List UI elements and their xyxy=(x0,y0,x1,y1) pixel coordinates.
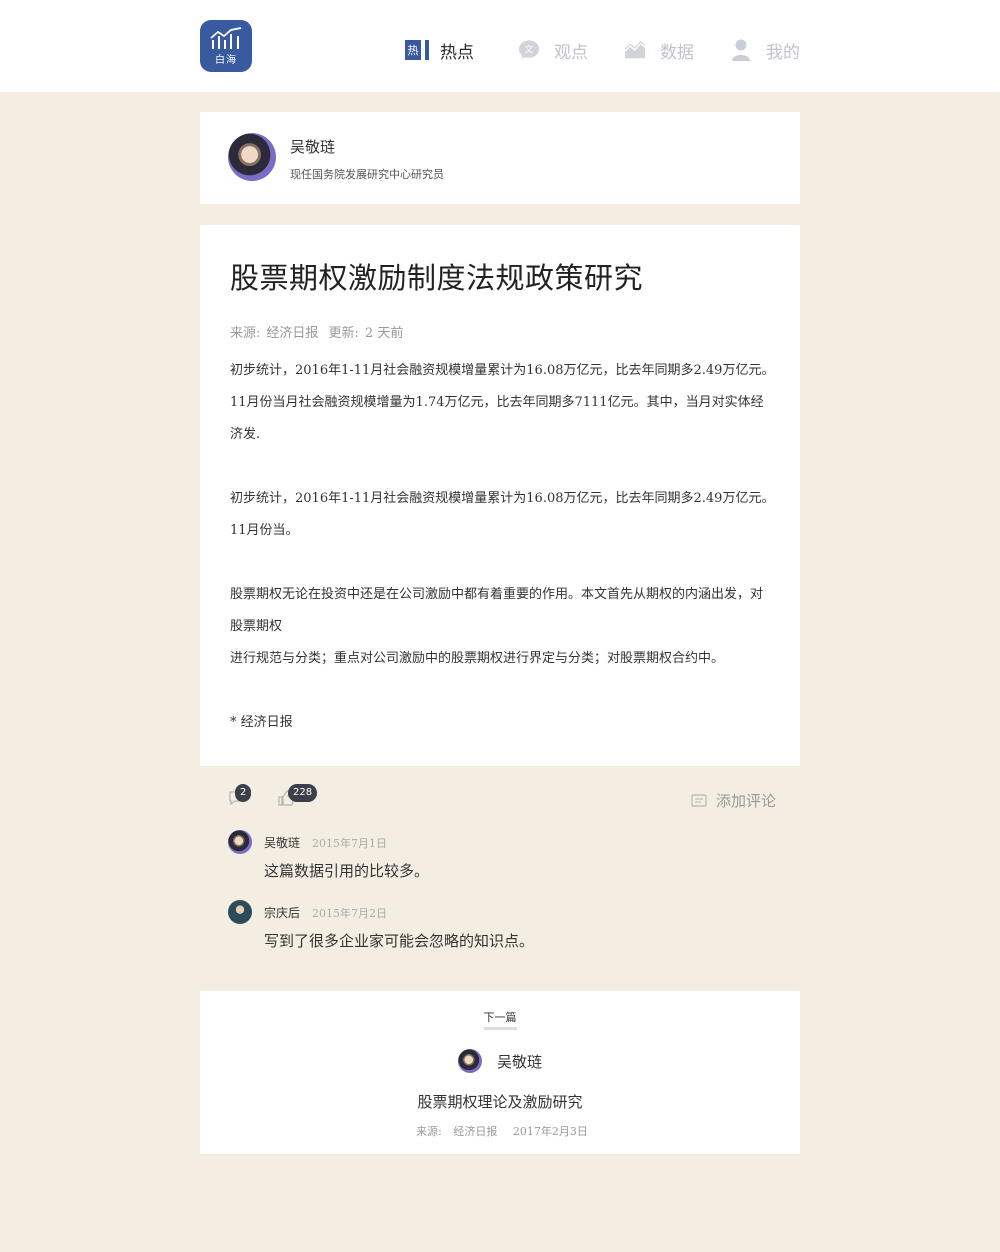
nav-mine-label: 我的 xyxy=(766,42,800,63)
paragraph: 初步统计，2016年1-11月社会融资规模增量累计为16.08万亿元，比去年同期… xyxy=(230,363,775,442)
comment-text: 写到了很多企业家可能会忽略的知识点。 xyxy=(264,932,535,950)
comment-date: 2015年7月2日 xyxy=(312,907,387,920)
article-body: 初步统计，2016年1-11月社会融资规模增量累计为16.08万亿元，比去年同期… xyxy=(230,355,775,771)
logo-text: 白海 xyxy=(215,55,237,66)
chat-bubble-icon: 文 xyxy=(518,39,540,61)
next-label: 下一篇 xyxy=(200,1009,800,1030)
nav-hot[interactable]: 热 热点 xyxy=(404,36,474,64)
comment-item: 吴敬琏 2015年7月1日 这篇数据引用的比较多。 xyxy=(228,830,788,890)
next-author: 吴敬琏 xyxy=(200,1049,800,1073)
author-name[interactable]: 吴敬琏 xyxy=(290,136,335,157)
hot-icon: 热 xyxy=(404,39,426,61)
add-comment-button[interactable]: 添加评论 xyxy=(691,790,776,811)
next-author-name: 吴敬琏 xyxy=(496,1052,542,1071)
comment-text: 这篇数据引用的比较多。 xyxy=(264,862,430,880)
nav-data-label: 数据 xyxy=(660,42,694,63)
comment-count-button[interactable]: 2 xyxy=(228,784,252,810)
next-article-meta: 来源: 经济日报 2017年2月3日 xyxy=(200,1123,800,1139)
comment-item: 宗庆后 2015年7月2日 写到了很多企业家可能会忽略的知识点。 xyxy=(228,900,788,960)
updated-label: 更新: xyxy=(328,326,359,341)
app-logo[interactable]: 白海 xyxy=(200,20,252,72)
source-name: 经济日报 xyxy=(266,326,319,341)
svg-text:文: 文 xyxy=(524,44,533,56)
article-meta: 来源: 经济日报 更新: 2 天前 xyxy=(230,322,409,341)
author-title: 现任国务院发展研究中心研究员 xyxy=(290,168,444,181)
avatar[interactable] xyxy=(228,830,252,854)
nav-opinion-label: 观点 xyxy=(554,42,588,63)
nav-data[interactable]: 数据 xyxy=(624,36,694,64)
paragraph: 进行规范与分类；重点对公司激励中的股票期权进行界定与分类；对股票期权合约中。 xyxy=(230,651,725,666)
nav-opinion[interactable]: 文 观点 xyxy=(518,36,588,64)
comment-count-badge: 2 xyxy=(235,784,252,802)
nav-hot-label: 热点 xyxy=(440,42,474,63)
next-source: 来源: 经济日报 xyxy=(416,1125,498,1138)
like-button[interactable]: 228 xyxy=(278,784,318,810)
comment-date: 2015年7月1日 xyxy=(312,837,387,850)
article-title: 股票期权激励制度法规政策研究 xyxy=(230,261,644,295)
article-card: 股票期权激励制度法规政策研究 来源: 经济日报 更新: 2 天前 初步统计，2016… xyxy=(200,225,800,766)
source-label: 来源: xyxy=(230,326,261,341)
like-count-badge: 228 xyxy=(288,784,318,802)
nav-mine[interactable]: 我的 xyxy=(730,36,800,64)
avatar[interactable] xyxy=(228,133,276,181)
next-date: 2017年2月3日 xyxy=(512,1125,588,1138)
area-chart-icon xyxy=(624,39,646,61)
updated-time: 2 天前 xyxy=(364,326,404,341)
next-article-card[interactable]: 下一篇 吴敬琏 股票期权理论及激励研究 来源: 经济日报 2017年2月3日 xyxy=(200,991,800,1154)
comment-author[interactable]: 宗庆后 xyxy=(264,904,300,921)
paragraph: 股票期权无论在投资中还是在公司激励中都有着重要的作用。本文首先从期权的内涵出发，… xyxy=(230,587,764,634)
avatar[interactable] xyxy=(228,900,252,924)
next-article-title[interactable]: 股票期权理论及激励研究 xyxy=(200,1091,800,1112)
top-bar: 白海 热 热点 文 观点 数据 我的 xyxy=(0,0,1000,92)
article-actions: 2 228 添加评论 xyxy=(228,784,776,816)
bar-chart-logo-icon xyxy=(210,27,242,49)
add-comment-label: 添加评论 xyxy=(715,792,776,810)
comment-author[interactable]: 吴敬琏 xyxy=(264,834,300,851)
author-card[interactable]: 吴敬琏 现任国务院发展研究中心研究员 xyxy=(200,112,800,204)
article-source-note: * 经济日报 xyxy=(230,715,293,730)
user-icon xyxy=(730,39,752,61)
note-icon xyxy=(691,793,707,807)
paragraph: 初步统计，2016年1-11月社会融资规模增量累计为16.08万亿元，比去年同期… xyxy=(230,491,775,538)
avatar xyxy=(457,1049,482,1073)
